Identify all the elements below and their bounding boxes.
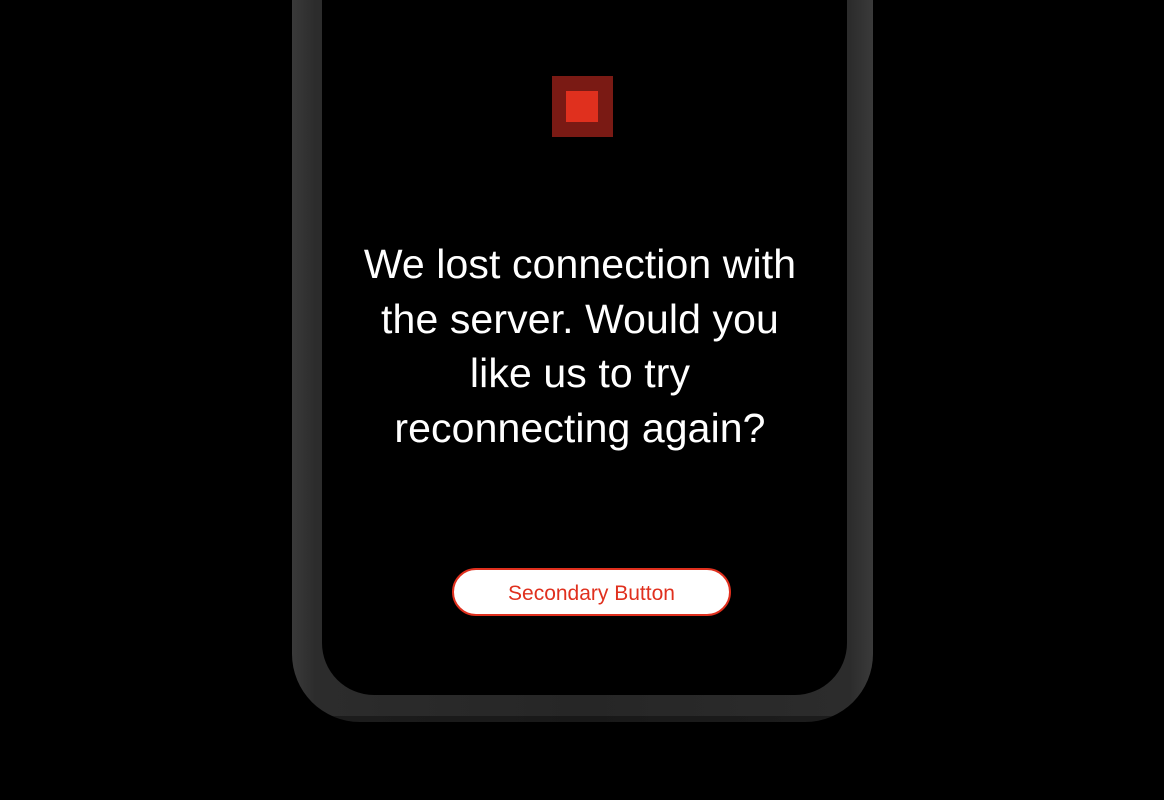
connection-lost-message: We lost connection with the server. Woul…: [363, 241, 797, 451]
stop-square-icon: [552, 76, 613, 137]
stage: We lost connection with the server. Woul…: [0, 0, 1164, 800]
stop-square-icon-inner: [566, 91, 598, 122]
secondary-button[interactable]: Secondary Button: [452, 568, 731, 616]
